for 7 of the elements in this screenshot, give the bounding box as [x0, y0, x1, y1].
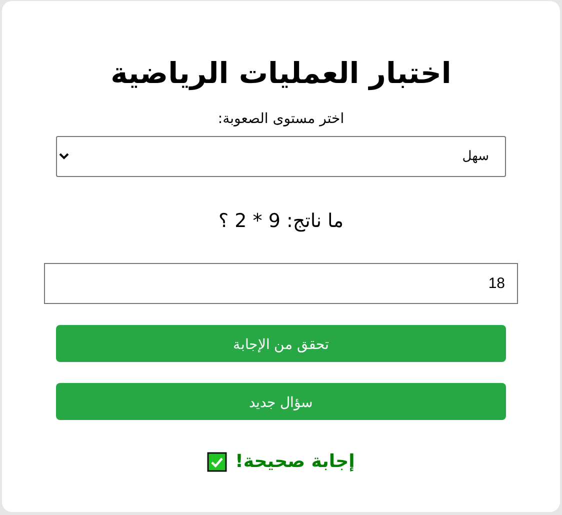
difficulty-label: اختر مستوى الصعوبة: — [218, 110, 344, 129]
answer-field[interactable]: 18 — [44, 263, 518, 304]
result-message: إجابة صحيحة! — [235, 450, 355, 474]
quiz-title: اختبار العمليات الرياضية — [110, 55, 452, 92]
difficulty-select[interactable]: سهل — [56, 136, 506, 177]
question-text: ما ناتج: 9 * 2 ؟ — [218, 209, 344, 234]
check-mark-icon — [207, 452, 228, 472]
